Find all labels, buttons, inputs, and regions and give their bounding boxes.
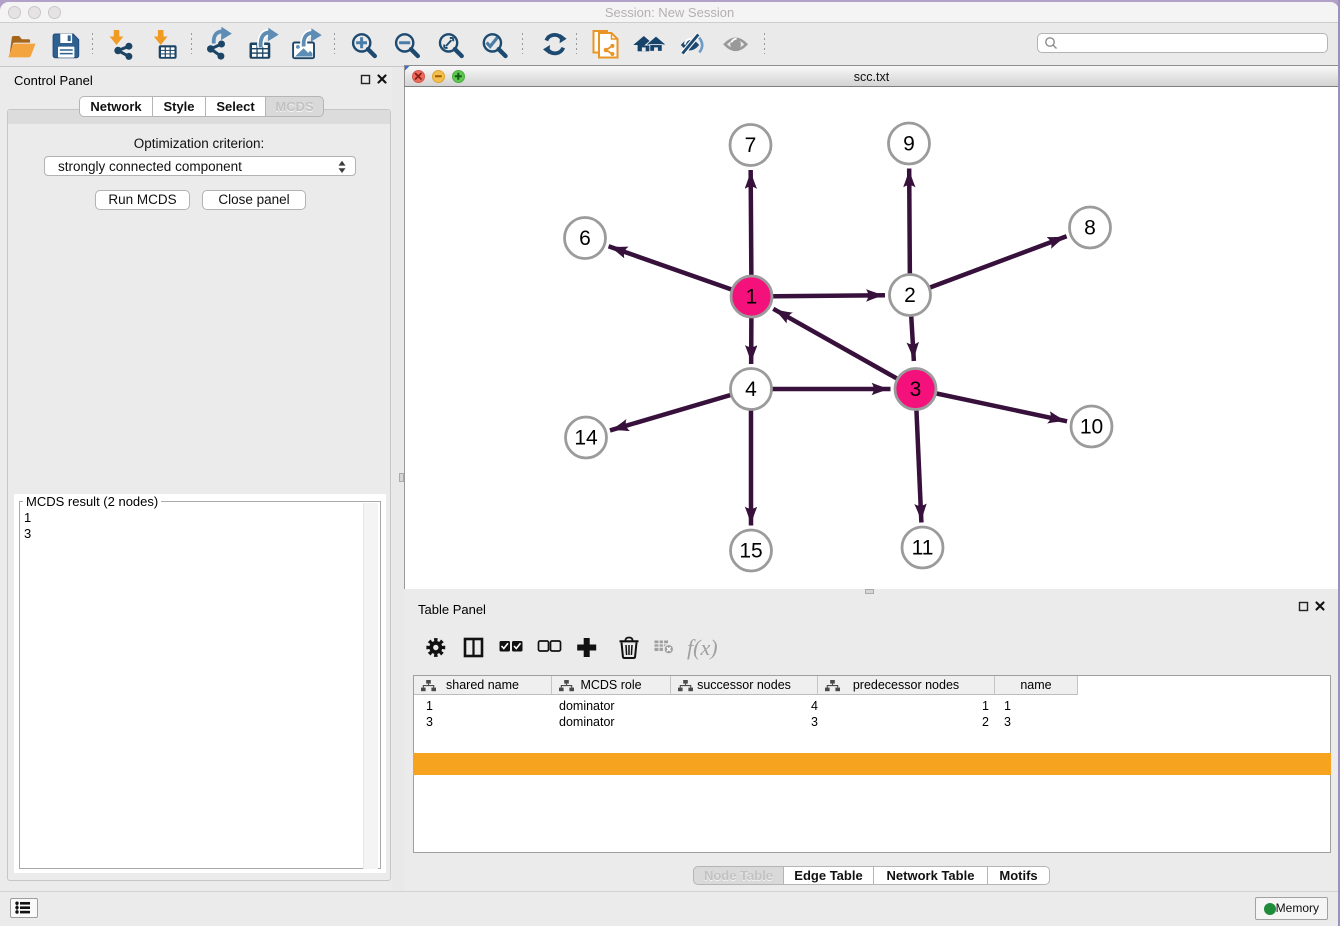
svg-text:8: 8: [1084, 217, 1096, 240]
svg-text:f(x): f(x): [687, 635, 718, 660]
svg-text:2: 2: [904, 284, 916, 307]
svg-text:9: 9: [903, 133, 915, 156]
svg-text:10: 10: [1079, 416, 1102, 439]
svg-text:14: 14: [574, 427, 598, 450]
svg-text:15: 15: [739, 540, 762, 563]
svg-text:4: 4: [745, 378, 757, 401]
svg-text:6: 6: [579, 227, 591, 250]
svg-text:3: 3: [909, 378, 921, 401]
svg-text:7: 7: [744, 134, 756, 157]
svg-text:11: 11: [911, 537, 933, 560]
svg-text:1: 1: [745, 286, 757, 309]
